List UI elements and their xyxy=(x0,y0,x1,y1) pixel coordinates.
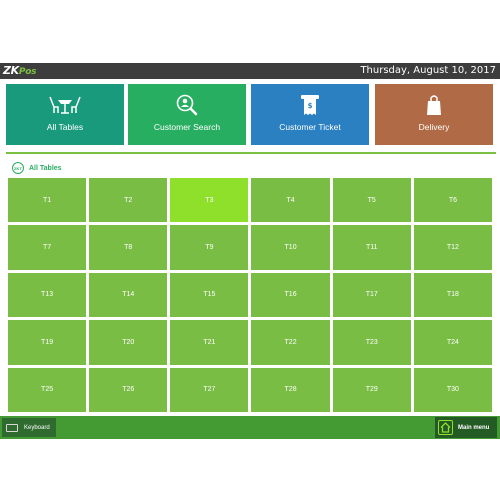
divider xyxy=(6,152,496,154)
current-date: Thursday, August 10, 2017 xyxy=(360,65,496,76)
tile-label: Customer Search xyxy=(153,122,221,132)
table-t16-button[interactable]: T16 xyxy=(251,272,330,318)
table-t20-button[interactable]: T20 xyxy=(89,320,168,365)
customer-search-icon xyxy=(128,94,246,116)
function-tiles: All Tables Customer Search $ Customer Ti… xyxy=(6,84,496,146)
shopping-bag-icon xyxy=(375,94,493,115)
table-t19-button[interactable]: T19 xyxy=(8,320,87,365)
keyboard-label: Keyboard xyxy=(24,424,50,431)
table-t8-button[interactable]: T8 xyxy=(89,225,168,270)
table-t28-button[interactable]: T28 xyxy=(251,367,330,412)
all-tables-tile[interactable]: All Tables xyxy=(6,84,124,145)
area-header: ZKT All Tables xyxy=(12,161,62,175)
table-t22-button[interactable]: T22 xyxy=(251,320,330,365)
table-t14-button[interactable]: T14 xyxy=(89,272,168,318)
table-t24-button[interactable]: T24 xyxy=(413,320,492,365)
main-menu-label: Main menu xyxy=(458,424,490,431)
table-t27-button[interactable]: T27 xyxy=(170,367,249,412)
table-t9-button[interactable]: T9 xyxy=(170,225,249,270)
delivery-tile[interactable]: Delivery xyxy=(375,84,493,145)
tile-label: All Tables xyxy=(46,122,84,132)
table-t5-button[interactable]: T5 xyxy=(332,178,411,223)
table-t26-button[interactable]: T26 xyxy=(89,367,168,412)
table-t30-button[interactable]: T30 xyxy=(413,367,492,412)
table-t21-button[interactable]: T21 xyxy=(170,320,249,365)
table-t6-button[interactable]: T6 xyxy=(413,178,492,223)
title-bar: ZKPos Thursday, August 10, 2017 xyxy=(0,63,500,79)
bottom-bar: Keyboard Main menu xyxy=(0,416,500,439)
table-t2-button[interactable]: T2 xyxy=(89,178,168,223)
table-t4-button[interactable]: T4 xyxy=(251,178,330,223)
customer-ticket-tile[interactable]: $ Customer Ticket xyxy=(251,84,369,145)
table-t12-button[interactable]: T12 xyxy=(413,225,492,270)
customer-search-tile[interactable]: Customer Search xyxy=(128,84,246,145)
table-t3-button[interactable]: T3 xyxy=(170,178,249,223)
keyboard-icon xyxy=(6,423,18,432)
main-menu-button[interactable]: Main menu xyxy=(435,417,497,438)
area-badge-icon: ZKT xyxy=(12,162,24,174)
table-t23-button[interactable]: T23 xyxy=(332,320,411,365)
table-t18-button[interactable]: T18 xyxy=(413,272,492,318)
ticket-icon: $ xyxy=(251,94,369,115)
table-t11-button[interactable]: T11 xyxy=(332,225,411,270)
table-t15-button[interactable]: T15 xyxy=(170,272,249,318)
keyboard-button[interactable]: Keyboard xyxy=(2,418,56,437)
table-t7-button[interactable]: T7 xyxy=(8,225,87,270)
table-t25-button[interactable]: T25 xyxy=(8,367,87,412)
tile-label: Delivery xyxy=(418,122,450,132)
area-title: All Tables xyxy=(29,164,62,172)
table-t10-button[interactable]: T10 xyxy=(251,225,330,270)
table-grid: T1 T2 T3 T4 T5 T6 T7 T8 T9 T10 T11 T12 T13 T14 T15 T16 T… xyxy=(8,178,492,412)
table-t17-button[interactable]: T17 xyxy=(332,272,411,318)
table-t29-button[interactable]: T29 xyxy=(332,367,411,412)
table-chairs-icon xyxy=(6,94,124,114)
zkpos-logo: ZKPos xyxy=(3,64,37,77)
svg-text:$: $ xyxy=(308,102,313,110)
home-icon xyxy=(438,420,453,435)
table-t1-button[interactable]: T1 xyxy=(8,178,87,223)
tile-label: Customer Ticket xyxy=(279,122,341,132)
table-t13-button[interactable]: T13 xyxy=(8,272,87,318)
